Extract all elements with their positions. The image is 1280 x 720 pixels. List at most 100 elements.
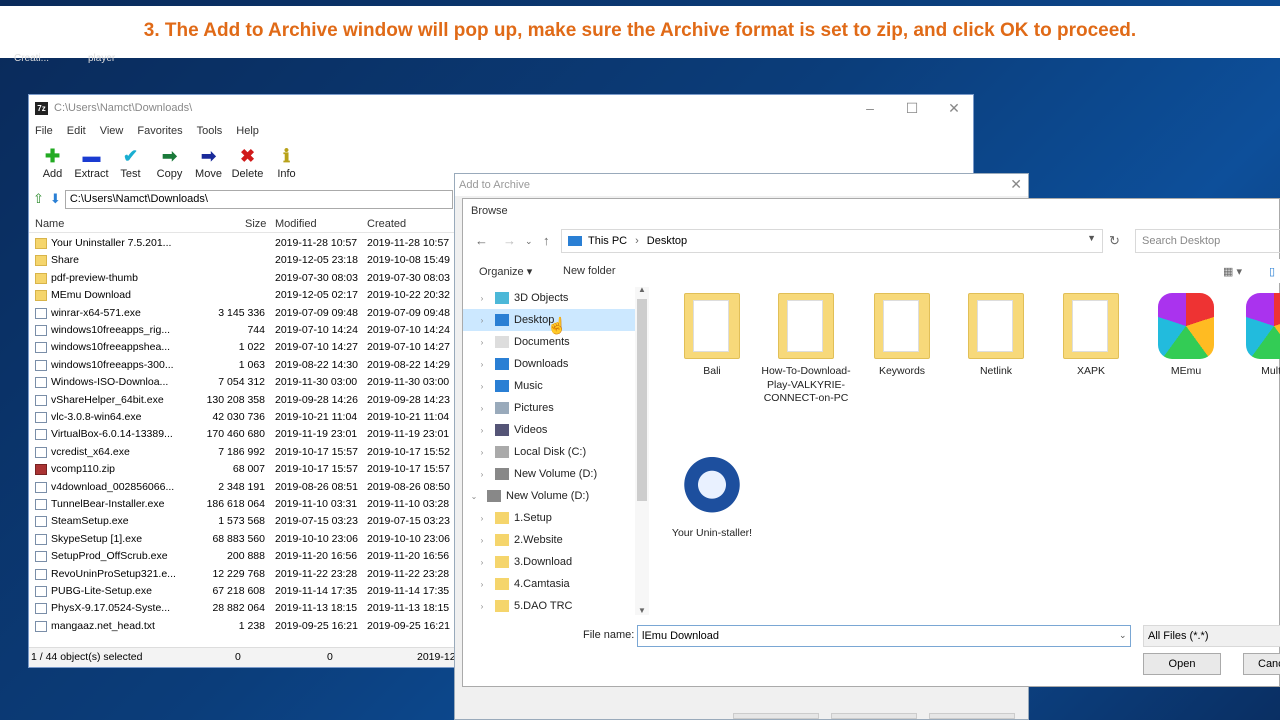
tree-scrollbar[interactable]: ▲ ▼ [635,285,649,615]
refresh-icon[interactable]: ↻ [1109,233,1120,249]
cancel-button[interactable] [831,713,917,719]
file-name-input[interactable]: lEmu Download [637,625,1131,647]
chevron-down-icon[interactable]: ⌄ [469,492,479,501]
tree-item[interactable]: › New Volume (D:) [463,463,635,485]
scroll-up-icon[interactable]: ▲ [638,285,646,294]
toolbar-copy-button[interactable]: ➡ Copy [150,141,189,183]
column-created[interactable]: Created [367,215,406,233]
tree-item[interactable]: › Videos [463,419,635,441]
menu-help[interactable]: Help [236,125,259,137]
up-arrow-icon[interactable]: ↑ [543,233,550,248]
file-row[interactable]: PUBG-Lite-Setup.exe 67 218 608 2019-11-14 … [29,583,459,600]
chevron-right-icon[interactable]: › [477,448,487,457]
menu-file[interactable]: File [35,125,53,137]
tree-item[interactable]: › Music [463,375,635,397]
tree-item[interactable]: › 3D Objects [463,287,635,309]
view-options-icon[interactable]: ▦ ▾ [1223,265,1242,278]
scroll-down-icon[interactable]: ▼ [638,606,646,615]
file-item[interactable]: Your Unin-staller! [667,441,757,541]
menu-view[interactable]: View [100,125,124,137]
ok-button[interactable] [733,713,819,719]
toolbar-info-button[interactable]: ℹ Info [267,141,306,183]
file-item[interactable]: How-To-Download-Play-VALKYRIE-CONNECT-on… [761,293,851,406]
close-button[interactable]: ✕ [1010,176,1022,193]
new-folder-button[interactable]: New folder [563,265,616,277]
chevron-right-icon[interactable]: › [477,404,487,413]
file-row[interactable]: Share 2019-12-05 23:18 2019-10-08 15:49 [29,252,459,269]
search-input[interactable]: Search Desktop [1135,229,1280,253]
file-row[interactable]: VirtualBox-6.0.14-13389... 170 460 680 201… [29,426,459,443]
file-row[interactable]: Windows-ISO-Downloa... 7 054 312 2019-11-3… [29,374,459,391]
preview-pane-icon[interactable]: ▯ [1269,265,1275,278]
file-row[interactable]: vcredist_x64.exe 7 186 992 2019-10-17 15:5… [29,444,459,461]
cancel-button[interactable]: Canc [1243,653,1280,675]
tree-item[interactable]: › Downloads [463,353,635,375]
close-button[interactable]: ✕ [933,99,975,117]
file-row[interactable]: vcomp110.zip 68 007 2019-10-17 15:57 2019-1… [29,461,459,478]
chevron-right-icon[interactable]: › [477,558,487,567]
crumb-desktop[interactable]: Desktop [647,235,687,247]
toolbar-test-button[interactable]: ✔ Test [111,141,150,183]
chevron-right-icon[interactable]: › [477,382,487,391]
file-item[interactable]: Multi- [1229,293,1280,379]
file-row[interactable]: MEmu Download 2019-12-05 02:17 2019-10-22 … [29,287,459,304]
tree-item[interactable]: ⌄ New Volume (D:) [463,485,635,507]
chevron-right-icon[interactable]: › [477,514,487,523]
file-row[interactable]: vlc-3.0.8-win64.exe 42 030 736 2019-10-21 … [29,409,459,426]
maximize-button[interactable]: ☐ [891,99,933,117]
chevron-right-icon[interactable]: › [477,338,487,347]
toolbar-add-button[interactable]: ✚ Add [33,141,72,183]
file-row[interactable]: windows10freeapps_rig... 744 2019-07-10 14… [29,322,459,339]
file-row[interactable]: PhysX-9.17.0524-Syste... 28 882 064 2019-1… [29,600,459,617]
file-item[interactable]: XAPK [1046,293,1136,379]
recent-chevron-icon[interactable]: ⌄ [525,236,533,247]
file-item[interactable]: MEmu [1141,293,1231,379]
file-row[interactable]: windows10freeapps-300... 1 063 2019-08-22 … [29,357,459,374]
organize-button[interactable]: Organize ▾ [479,265,532,278]
chevron-right-icon[interactable]: › [477,426,487,435]
file-row[interactable]: SetupProd_OffScrub.exe 200 888 2019-11-20 … [29,548,459,565]
scrollbar-thumb[interactable] [637,299,647,501]
column-size[interactable]: Size [245,215,266,233]
file-type-select[interactable]: All Files (*.*) [1143,625,1280,647]
file-row[interactable]: winrar-x64-571.exe 3 145 336 2019-07-09 09… [29,305,459,322]
back-arrow-icon[interactable]: ← [475,233,488,248]
file-item[interactable]: Keywords [857,293,947,379]
tree-item[interactable]: › 3.Download [463,551,635,573]
tree-item[interactable]: › 5.DAO TRC [463,595,635,615]
chevron-down-icon[interactable]: ▼ [1087,233,1096,243]
file-row[interactable]: windows10freeappshea... 1 022 2019-07-10 1… [29,339,459,356]
path-input[interactable]: C:\Users\Namct\Downloads\ [64,189,453,209]
chevron-right-icon[interactable]: › [477,536,487,545]
chevron-right-icon[interactable]: › [477,360,487,369]
desktop-label[interactable]: player [88,53,115,64]
toolbar-move-button[interactable]: ➡ Move [189,141,228,183]
file-row[interactable]: RevoUninProSetup321.e... 12 229 768 2019-1… [29,566,459,583]
file-row[interactable]: SkypeSetup [1].exe 68 883 560 2019-10-10 2… [29,531,459,548]
toolbar-extract-button[interactable]: ▬ Extract [72,141,111,183]
help-button[interactable] [929,713,1015,719]
chevron-down-icon[interactable]: ⌄ [1119,630,1127,641]
chevron-right-icon[interactable]: › [477,294,487,303]
minimize-button[interactable]: – [849,99,891,117]
forward-arrow-icon[interactable]: → [503,233,516,248]
file-item[interactable]: Netlink [951,293,1041,379]
file-row[interactable]: vShareHelper_64bit.exe 130 208 358 2019-09… [29,392,459,409]
tree-item[interactable]: › 4.Camtasia [463,573,635,595]
chevron-right-icon[interactable]: › [477,316,487,325]
toolbar-delete-button[interactable]: ✖ Delete [228,141,267,183]
chevron-right-icon[interactable]: › [477,602,487,611]
chevron-right-icon[interactable]: › [477,470,487,479]
menu-favorites[interactable]: Favorites [137,125,182,137]
file-row[interactable]: v4download_002856066... 2 348 191 2019-08-… [29,479,459,496]
tree-item[interactable]: › Local Disk (C:) [463,441,635,463]
menu-tools[interactable]: Tools [197,125,223,137]
desktop-label[interactable]: Creati... [14,53,49,64]
file-row[interactable]: Your Uninstaller 7.5.201... 2019-11-28 10… [29,235,459,252]
column-name[interactable]: Name [35,215,64,233]
up-folder-icon[interactable]: ⇧ [33,191,44,207]
file-row[interactable]: TunnelBear-Installer.exe 186 618 064 2019-… [29,496,459,513]
file-item[interactable]: Bali [667,293,757,379]
file-row[interactable]: mangaaz.net_head.txt 1 238 2019-09-25 16:2… [29,618,459,635]
tree-item[interactable]: › 1.Setup [463,507,635,529]
